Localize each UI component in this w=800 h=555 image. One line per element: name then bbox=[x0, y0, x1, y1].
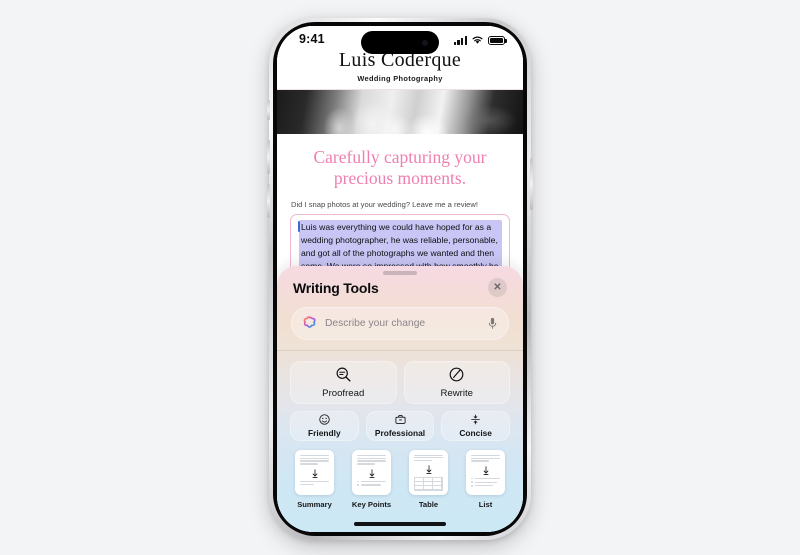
table-button[interactable]: Table bbox=[402, 449, 455, 509]
list-label: List bbox=[478, 499, 493, 509]
smiley-face-icon bbox=[319, 414, 330, 425]
table-document-icon bbox=[409, 449, 448, 495]
input-placeholder: Describe your change bbox=[325, 318, 426, 329]
headline-line-1: Carefully capturing your bbox=[313, 147, 487, 167]
document-actions-row: Summary Key Points Table List bbox=[277, 449, 523, 509]
professional-button[interactable]: Professional bbox=[365, 410, 435, 441]
sheet-grabber-handle[interactable] bbox=[383, 271, 417, 275]
signal-bars-icon bbox=[453, 35, 467, 45]
writing-tools-panel: Writing Tools ✕ Describe your change Pro… bbox=[277, 266, 523, 532]
rewrite-button[interactable]: Rewrite bbox=[403, 360, 510, 404]
battery-icon bbox=[488, 36, 507, 45]
pencil-circle-icon bbox=[449, 367, 464, 382]
front-camera-icon bbox=[422, 39, 428, 46]
describe-change-input[interactable]: Describe your change bbox=[291, 307, 509, 340]
iphone-device-frame: Luis Coderque Wedding Photography Carefu… bbox=[267, 18, 533, 540]
power-button[interactable] bbox=[530, 158, 533, 210]
tone-actions-row: Friendly Professional Concise bbox=[277, 410, 523, 441]
concise-button[interactable]: Concise bbox=[441, 410, 511, 441]
list-document-icon bbox=[466, 449, 505, 495]
professional-label: Professional bbox=[374, 428, 426, 439]
wifi-icon bbox=[472, 36, 483, 44]
review-prompt-text: Did I snap photos at your wedding? Leave… bbox=[291, 199, 478, 209]
key-points-button[interactable]: Key Points bbox=[345, 449, 398, 509]
compress-arrows-icon bbox=[471, 414, 480, 425]
table-label: Table bbox=[418, 499, 439, 509]
summary-document-icon bbox=[295, 449, 334, 495]
friendly-button[interactable]: Friendly bbox=[290, 410, 359, 441]
text-caret bbox=[298, 220, 300, 232]
close-icon[interactable]: ✕ bbox=[488, 278, 507, 297]
status-bar: 9:41 bbox=[277, 26, 523, 56]
home-indicator[interactable] bbox=[354, 522, 446, 526]
primary-actions-row: Proofread Rewrite bbox=[277, 360, 523, 404]
panel-divider bbox=[277, 350, 523, 351]
key-points-label: Key Points bbox=[351, 499, 392, 509]
friendly-label: Friendly bbox=[308, 428, 341, 439]
dynamic-island[interactable] bbox=[361, 31, 439, 54]
status-indicators bbox=[453, 33, 507, 45]
rewrite-label: Rewrite bbox=[440, 387, 474, 399]
briefcase-icon bbox=[394, 415, 406, 425]
volume-down-button[interactable] bbox=[267, 184, 270, 218]
apple-intelligence-ring-icon bbox=[302, 316, 317, 331]
key-points-document-icon bbox=[352, 449, 391, 495]
proofread-label: Proofread bbox=[322, 387, 365, 399]
summary-button[interactable]: Summary bbox=[288, 449, 341, 509]
hero-photo bbox=[277, 90, 523, 134]
microphone-icon[interactable] bbox=[487, 317, 498, 330]
list-button[interactable]: List bbox=[459, 449, 512, 509]
proofread-button[interactable]: Proofread bbox=[290, 360, 397, 404]
magnifier-text-icon bbox=[336, 367, 351, 382]
site-subtitle: Wedding Photography bbox=[357, 74, 443, 83]
headline-line-2: precious moments. bbox=[333, 168, 467, 189]
panel-title: Writing Tools bbox=[293, 279, 379, 296]
volume-up-button[interactable] bbox=[267, 140, 270, 174]
summary-label: Summary bbox=[297, 499, 332, 509]
page-headline: Carefully capturing your precious moment… bbox=[277, 134, 523, 192]
status-time: 9:41 bbox=[299, 32, 325, 46]
phone-screen: Luis Coderque Wedding Photography Carefu… bbox=[277, 26, 523, 532]
concise-label: Concise bbox=[459, 428, 492, 439]
silence-switch[interactable] bbox=[267, 100, 270, 120]
